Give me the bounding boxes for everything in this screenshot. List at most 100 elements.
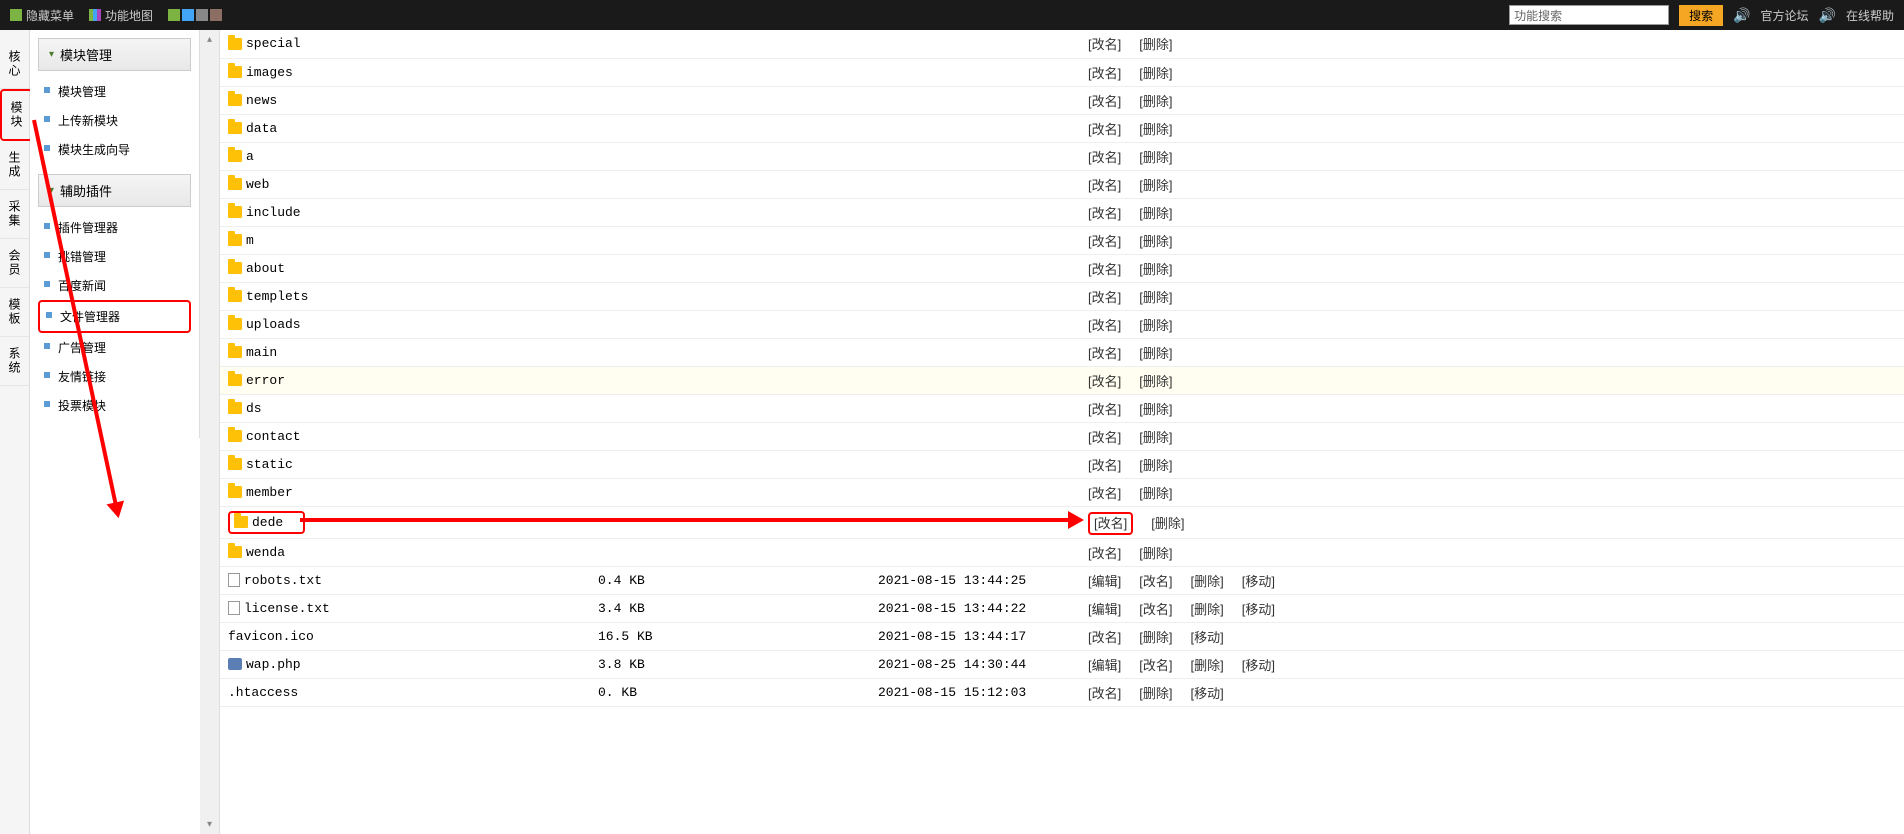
file-name[interactable]: .htaccess xyxy=(228,685,298,700)
op-rename[interactable]: [改名] xyxy=(1088,512,1133,535)
file-name[interactable]: m xyxy=(228,233,254,248)
op-rename[interactable]: [改名] xyxy=(1139,658,1172,673)
file-name[interactable]: web xyxy=(228,177,269,192)
op-rename[interactable]: [改名] xyxy=(1088,486,1121,501)
op-rename[interactable]: [改名] xyxy=(1088,66,1121,81)
op-rename[interactable]: [改名] xyxy=(1088,37,1121,52)
op-rename[interactable]: [改名] xyxy=(1088,430,1121,445)
feature-map-button[interactable]: 功能地图 xyxy=(89,7,153,24)
op-rename[interactable]: [改名] xyxy=(1088,374,1121,389)
op-edit[interactable]: [编辑] xyxy=(1088,574,1121,589)
search-input[interactable] xyxy=(1509,5,1669,25)
op-rename[interactable]: [改名] xyxy=(1088,150,1121,165)
op-rename[interactable]: [改名] xyxy=(1139,574,1172,589)
hide-menu-button[interactable]: 隐藏菜单 xyxy=(10,7,74,24)
file-name-dede[interactable]: dede xyxy=(228,511,305,534)
file-name[interactable]: error xyxy=(228,373,285,388)
op-rename[interactable]: [改名] xyxy=(1088,234,1121,249)
op-move[interactable]: [移动] xyxy=(1242,602,1275,617)
op-rename[interactable]: [改名] xyxy=(1088,686,1121,701)
sidebar-item[interactable]: 友情链接 xyxy=(38,362,191,391)
op-delete[interactable]: [删除] xyxy=(1139,346,1172,361)
file-name[interactable]: news xyxy=(228,93,277,108)
op-delete[interactable]: [删除] xyxy=(1139,94,1172,109)
left-tab-4[interactable]: 会员 xyxy=(0,239,29,288)
left-tab-3[interactable]: 采集 xyxy=(0,190,29,239)
sidebar-item-file-manager[interactable]: 文件管理器 xyxy=(38,300,191,333)
op-delete[interactable]: [删除] xyxy=(1190,658,1223,673)
op-rename[interactable]: [改名] xyxy=(1088,630,1121,645)
left-tab-1[interactable]: 模块 xyxy=(0,89,33,141)
file-name[interactable]: wenda xyxy=(228,545,285,560)
op-delete[interactable]: [删除] xyxy=(1139,318,1172,333)
color-grey[interactable] xyxy=(196,9,208,21)
sidebar-item[interactable]: 广告管理 xyxy=(38,333,191,362)
left-tab-2[interactable]: 生成 xyxy=(0,141,29,190)
op-delete[interactable]: [删除] xyxy=(1151,516,1184,531)
op-edit[interactable]: [编辑] xyxy=(1088,658,1121,673)
file-name[interactable]: images xyxy=(228,65,293,80)
sidebar-item[interactable]: 模块生成向导 xyxy=(38,135,191,164)
file-name[interactable]: uploads xyxy=(228,317,301,332)
sidebar-group-modules[interactable]: ▾ 模块管理 xyxy=(38,38,191,71)
op-delete[interactable]: [删除] xyxy=(1139,234,1172,249)
file-name[interactable]: robots.txt xyxy=(228,573,322,588)
op-rename[interactable]: [改名] xyxy=(1088,178,1121,193)
left-tab-0[interactable]: 核心 xyxy=(0,40,29,89)
op-delete[interactable]: [删除] xyxy=(1139,206,1172,221)
op-rename[interactable]: [改名] xyxy=(1088,318,1121,333)
op-edit[interactable]: [编辑] xyxy=(1088,602,1121,617)
sidebar-item[interactable]: 模块管理 xyxy=(38,77,191,106)
op-rename[interactable]: [改名] xyxy=(1088,546,1121,561)
op-delete[interactable]: [删除] xyxy=(1139,262,1172,277)
op-delete[interactable]: [删除] xyxy=(1139,150,1172,165)
file-name[interactable]: contact xyxy=(228,429,301,444)
op-delete[interactable]: [删除] xyxy=(1139,546,1172,561)
file-name[interactable]: a xyxy=(228,149,254,164)
op-rename[interactable]: [改名] xyxy=(1088,458,1121,473)
op-delete[interactable]: [删除] xyxy=(1139,458,1172,473)
op-move[interactable]: [移动] xyxy=(1242,574,1275,589)
color-blue[interactable] xyxy=(182,9,194,21)
file-name[interactable]: include xyxy=(228,205,301,220)
file-name[interactable]: special xyxy=(228,36,301,51)
online-help-link[interactable]: 在线帮助 xyxy=(1846,7,1894,24)
file-name[interactable]: data xyxy=(228,121,277,136)
search-button[interactable]: 搜索 xyxy=(1679,5,1723,26)
op-delete[interactable]: [删除] xyxy=(1139,122,1172,137)
op-delete[interactable]: [删除] xyxy=(1139,290,1172,305)
op-delete[interactable]: [删除] xyxy=(1190,602,1223,617)
op-move[interactable]: [移动] xyxy=(1242,658,1275,673)
op-rename[interactable]: [改名] xyxy=(1088,262,1121,277)
file-name[interactable]: favicon.ico xyxy=(228,629,314,644)
op-rename[interactable]: [改名] xyxy=(1088,206,1121,221)
file-name[interactable]: main xyxy=(228,345,277,360)
op-delete[interactable]: [删除] xyxy=(1139,430,1172,445)
sidebar-item[interactable]: 上传新模块 xyxy=(38,106,191,135)
file-name[interactable]: license.txt xyxy=(228,601,330,616)
op-move[interactable]: [移动] xyxy=(1190,686,1223,701)
color-green[interactable] xyxy=(168,9,180,21)
op-delete[interactable]: [删除] xyxy=(1139,486,1172,501)
op-rename[interactable]: [改名] xyxy=(1088,94,1121,109)
file-name[interactable]: wap.php xyxy=(228,657,301,672)
op-rename[interactable]: [改名] xyxy=(1088,290,1121,305)
op-delete[interactable]: [删除] xyxy=(1139,686,1172,701)
op-delete[interactable]: [删除] xyxy=(1139,37,1172,52)
left-tab-5[interactable]: 模板 xyxy=(0,288,29,337)
file-name[interactable]: static xyxy=(228,457,293,472)
file-name[interactable]: about xyxy=(228,261,285,276)
file-name[interactable]: templets xyxy=(228,289,308,304)
op-delete[interactable]: [删除] xyxy=(1139,630,1172,645)
op-rename[interactable]: [改名] xyxy=(1139,602,1172,617)
op-delete[interactable]: [删除] xyxy=(1139,66,1172,81)
sidebar-item[interactable]: 百度新闻 xyxy=(38,271,191,300)
op-delete[interactable]: [删除] xyxy=(1139,178,1172,193)
color-brown[interactable] xyxy=(210,9,222,21)
op-move[interactable]: [移动] xyxy=(1190,630,1223,645)
op-delete[interactable]: [删除] xyxy=(1190,574,1223,589)
op-rename[interactable]: [改名] xyxy=(1088,402,1121,417)
op-rename[interactable]: [改名] xyxy=(1088,346,1121,361)
file-name[interactable]: member xyxy=(228,485,293,500)
sidebar-group-plugins[interactable]: ▾ 辅助插件 xyxy=(38,174,191,207)
